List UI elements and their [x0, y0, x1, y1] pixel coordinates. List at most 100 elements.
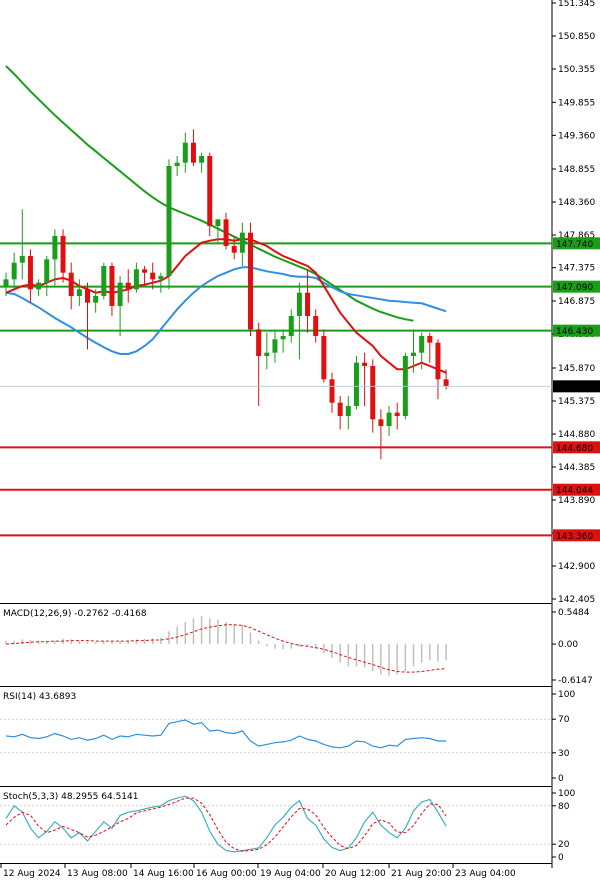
candle-body: [19, 256, 25, 263]
rsi-tick-label: 100: [558, 690, 575, 700]
price-tick-label: 148.855: [558, 165, 595, 175]
price-tick-label: 144.385: [558, 463, 595, 473]
time-tick-label: 23 Aug 04:00: [455, 869, 516, 879]
candle-body: [411, 352, 416, 356]
candle-body: [142, 269, 148, 273]
candle-body: [386, 412, 392, 426]
price-tick-label: 148.360: [558, 198, 595, 208]
candle-body: [280, 336, 286, 340]
candle-body: [125, 282, 131, 290]
time-tick-label: 20 Aug 12:00: [325, 869, 386, 879]
level-label: 144.680: [556, 444, 593, 454]
rsi-label: RSI(14) 43.6893: [3, 692, 76, 702]
macd-tick-label: 0.00: [558, 640, 578, 650]
rsi-tick-label: 70: [558, 715, 570, 725]
candle-body: [353, 362, 359, 406]
candle-body: [264, 352, 270, 356]
price-tick-label: 150.355: [558, 65, 595, 75]
stoch-tick-label: 100: [558, 789, 575, 799]
macd-panel: 0.5484 0.00 -0.6147: [5, 608, 593, 686]
candle-body: [329, 379, 335, 403]
candle: [248, 222, 253, 336]
rsi-panel: 100 70 30 0: [0, 690, 575, 784]
candle-body: [182, 142, 188, 163]
macd-label: MACD(12,26,9) -0.2762 -0.4168: [3, 609, 147, 619]
level-label: 147.740: [556, 240, 593, 250]
candle: [166, 159, 172, 290]
candle-body: [378, 419, 384, 426]
candle-body: [76, 289, 82, 296]
candle-body: [272, 339, 278, 353]
candle-body: [207, 156, 213, 226]
candle-body: [44, 259, 50, 283]
candle-body: [190, 142, 196, 163]
candle-body: [93, 296, 99, 303]
candle-body: [427, 336, 433, 343]
time-tick-label: 14 Aug 16:00: [133, 869, 194, 879]
stoch-tick-label: 80: [558, 802, 570, 812]
candle-body: [345, 406, 351, 416]
candle-body: [443, 379, 449, 386]
time-axis: 12 Aug 2024 13 Aug 08:00 14 Aug 16:00 16 Au…: [0, 863, 516, 879]
time-tick-label: 19 Aug 04:00: [260, 869, 321, 879]
level-label: 143.360: [556, 532, 593, 542]
candle-body: [394, 412, 400, 416]
rsi-tick-label: 0: [558, 774, 564, 784]
time-tick-label: 21 Aug 20:00: [391, 869, 452, 879]
candle-body: [68, 272, 74, 296]
candle-body: [370, 366, 376, 420]
candle-body: [435, 342, 441, 380]
candle: [353, 356, 359, 410]
candle: [321, 329, 327, 383]
level-label: 146.430: [556, 327, 593, 337]
candle-body: [52, 236, 58, 260]
candle-body: [305, 292, 311, 316]
stoch-k-line: [5, 795, 447, 853]
candle-body: [288, 316, 294, 336]
price-tick-label: 143.890: [558, 496, 595, 506]
current-price-label: 145.595: [556, 383, 593, 393]
price-tick-label: 151.345: [558, 0, 595, 9]
price-tick-label: 144.880: [558, 430, 595, 440]
stoch-tick-label: 0: [558, 853, 564, 863]
candle-body: [117, 282, 123, 306]
candle-body: [101, 266, 107, 296]
candle-body: [3, 279, 9, 286]
candle-body: [174, 162, 180, 166]
candle-body: [419, 336, 425, 353]
price-tick-label: 142.900: [558, 562, 595, 572]
stoch-tick-label: 20: [558, 840, 570, 850]
time-tick-label: 12 Aug 2024: [3, 869, 61, 879]
price-tick-label: 142.405: [558, 595, 595, 605]
candle: [101, 262, 107, 300]
candle-body: [296, 292, 302, 316]
time-tick-label: 16 Aug 00:00: [196, 869, 257, 879]
candle-body: [362, 362, 368, 366]
candle-body: [223, 219, 229, 246]
candle-body: [248, 232, 253, 330]
price-tick-label: 149.855: [558, 98, 595, 108]
price-tick-label: 149.360: [558, 131, 595, 141]
level-label: 144.044: [556, 486, 593, 496]
candle-body: [109, 266, 115, 306]
candle-body: [321, 336, 327, 380]
price-tick-label: 145.870: [558, 364, 595, 374]
time-tick-label: 13 Aug 08:00: [67, 869, 128, 879]
candle-body: [85, 289, 90, 303]
candle-body: [256, 329, 262, 356]
candle-body: [11, 262, 17, 280]
price-tick-label: 150.850: [558, 32, 595, 42]
candle-body: [133, 269, 139, 290]
candle-body: [231, 246, 237, 253]
price-tick-label: 146.875: [558, 297, 595, 307]
macd-tick-label: 0.5484: [558, 608, 590, 618]
candle-body: [337, 402, 343, 416]
price-axis: 151.345 150.850 150.355 149.855 149.360 148.8…: [552, 0, 595, 605]
price-tick-label: 145.375: [558, 397, 595, 407]
price-tick-label: 147.375: [558, 264, 595, 274]
rsi-line: [5, 719, 447, 749]
candle-body: [36, 282, 42, 290]
level-label: 147.090: [556, 283, 593, 293]
macd-tick-label: -0.6147: [558, 676, 593, 686]
candle-body: [27, 256, 33, 290]
